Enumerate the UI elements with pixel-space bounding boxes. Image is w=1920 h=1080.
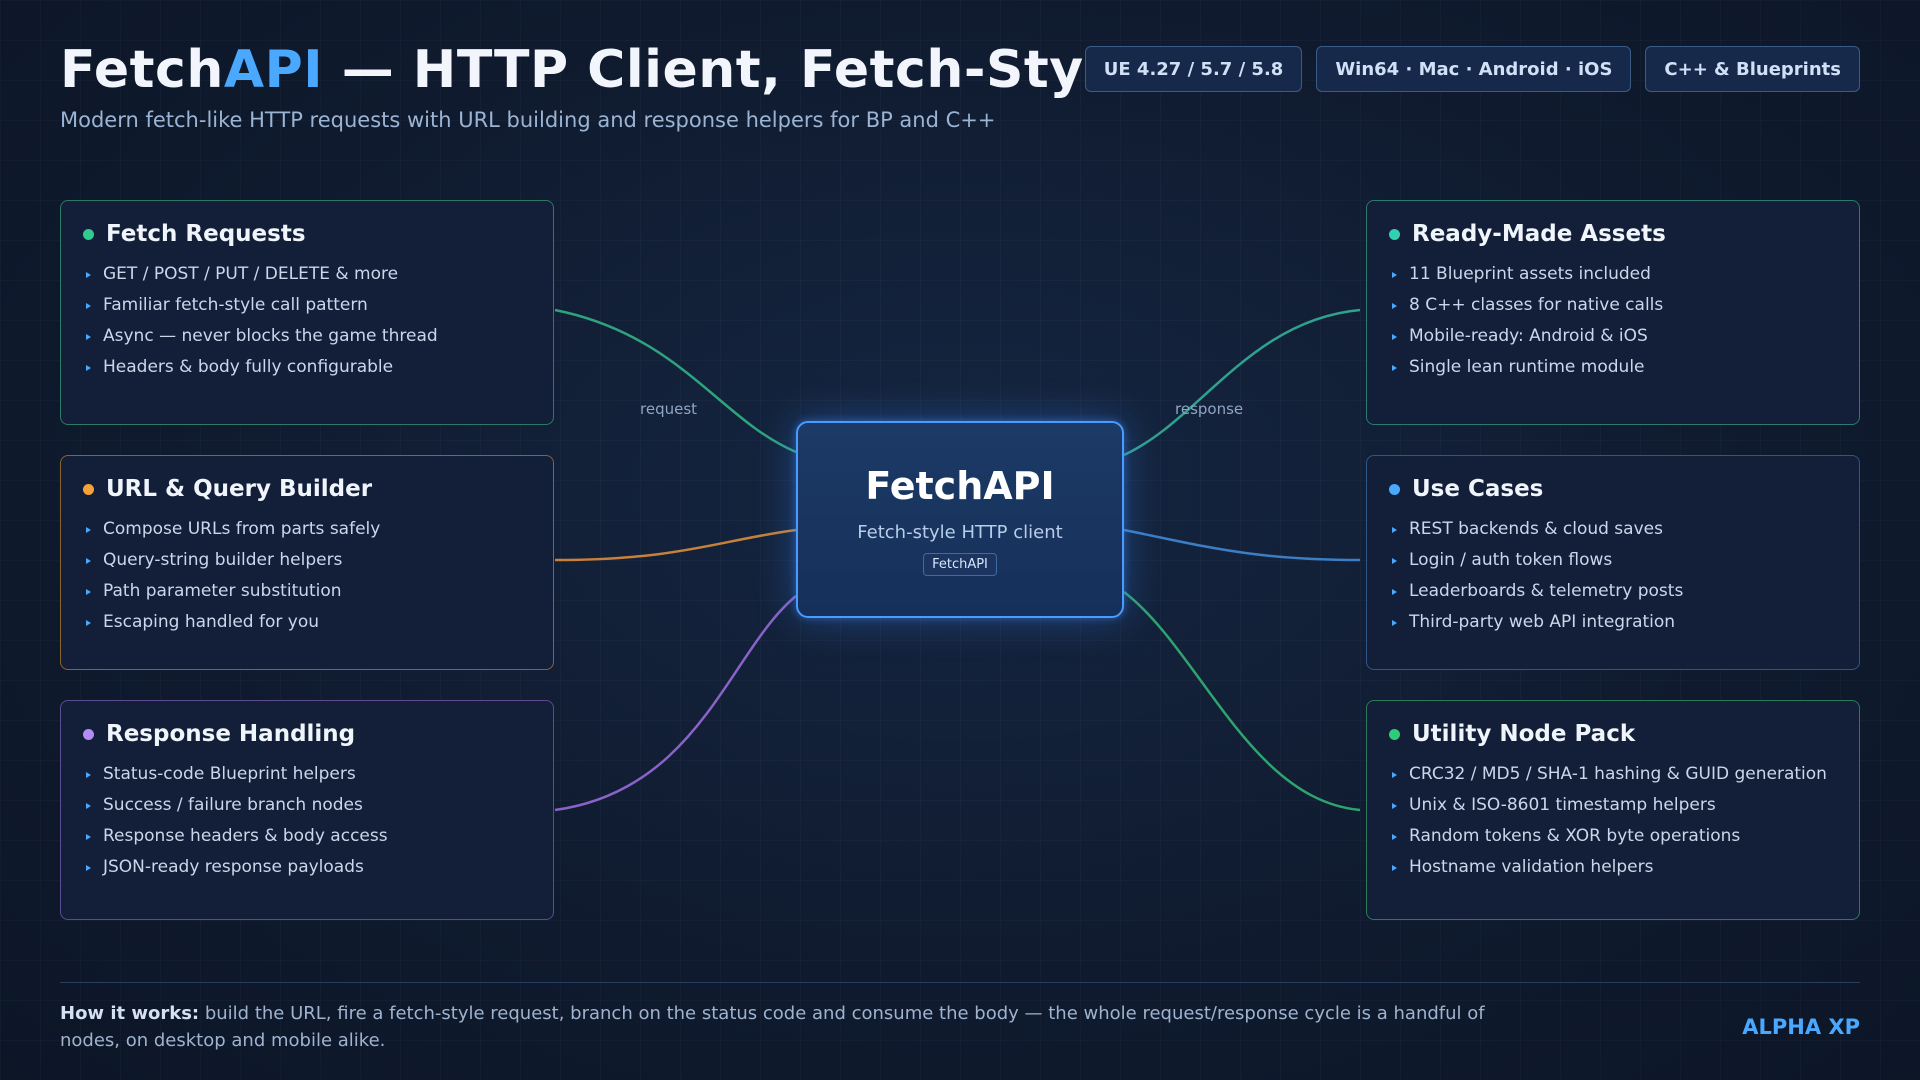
list-item: CRC32 / MD5 / SHA-1 hashing & GUID gener… — [1389, 759, 1837, 790]
bullet-arrow-icon — [1392, 802, 1397, 809]
footer-divider — [60, 982, 1860, 983]
hub-subtitle: Fetch-style HTTP client — [857, 521, 1063, 543]
footer-text: build the URL, fire a fetch-style reques… — [60, 1003, 1485, 1051]
bullet-arrow-icon — [1392, 619, 1397, 626]
bullet-arrow-icon — [1392, 771, 1397, 778]
bullet-arrow-icon — [86, 557, 91, 564]
connector-label-response: response — [1175, 400, 1244, 418]
hub-chip: FetchAPI — [923, 552, 997, 576]
bullet-arrow-icon — [1392, 864, 1397, 871]
connector-use-cases — [1123, 528, 1361, 562]
card-ready-made-assets: Ready-Made Assets 11 Blueprint assets in… — [1366, 200, 1860, 425]
list-item: Third-party web API integration — [1389, 607, 1837, 638]
footer-description: How it works: build the URL, fire a fetc… — [60, 1000, 1500, 1054]
feature-list: Status-code Blueprint helpers Success / … — [83, 759, 531, 883]
list-item: Success / failure branch nodes — [83, 790, 531, 821]
connector-url-builder — [554, 528, 797, 562]
list-item: Compose URLs from parts safely — [83, 514, 531, 545]
list-item: Login / auth token flows — [1389, 545, 1837, 576]
bullet-arrow-icon — [1392, 364, 1397, 371]
brand-logo: ALPHA XP — [1742, 1015, 1860, 1039]
list-item: REST backends & cloud saves — [1389, 514, 1837, 545]
list-item: 11 Blueprint assets included — [1389, 259, 1837, 290]
card-heading: Use Cases — [1412, 476, 1544, 502]
bullet-arrow-icon — [86, 333, 91, 340]
list-item: Status-code Blueprint helpers — [83, 759, 531, 790]
bullet-arrow-icon — [86, 302, 91, 309]
list-item: Headers & body fully configurable — [83, 352, 531, 383]
status-dot-icon — [1389, 228, 1400, 240]
status-dot-icon — [83, 483, 94, 495]
feature-list: 11 Blueprint assets included 8 C++ class… — [1389, 259, 1837, 383]
bullet-arrow-icon — [86, 771, 91, 778]
card-heading: Ready-Made Assets — [1412, 221, 1666, 247]
card-use-cases: Use Cases REST backends & cloud saves Lo… — [1366, 455, 1860, 670]
list-item: Mobile-ready: Android & iOS — [1389, 321, 1837, 352]
bullet-arrow-icon — [86, 271, 91, 278]
list-item: Escaping handled for you — [83, 607, 531, 638]
card-heading: Utility Node Pack — [1412, 721, 1636, 747]
connector-fetch-requests — [554, 308, 797, 454]
card-response-handling: Response Handling Status-code Blueprint … — [60, 700, 554, 920]
list-item: Leaderboards & telemetry posts — [1389, 576, 1837, 607]
list-item: Async — never blocks the game thread — [83, 321, 531, 352]
bullet-arrow-icon — [1392, 526, 1397, 533]
card-url-builder: URL & Query Builder Compose URLs from pa… — [60, 455, 554, 670]
card-utility-node-pack: Utility Node Pack CRC32 / MD5 / SHA-1 ha… — [1366, 700, 1860, 920]
feature-list: GET / POST / PUT / DELETE & more Familia… — [83, 259, 531, 383]
list-item: Path parameter substitution — [83, 576, 531, 607]
list-item: 8 C++ classes for native calls — [1389, 290, 1837, 321]
bullet-arrow-icon — [86, 833, 91, 840]
list-item: Familiar fetch-style call pattern — [83, 290, 531, 321]
bullet-arrow-icon — [86, 526, 91, 533]
list-item: Hostname validation helpers — [1389, 852, 1837, 883]
card-heading: Response Handling — [106, 721, 356, 747]
bullet-arrow-icon — [1392, 557, 1397, 564]
bullet-arrow-icon — [86, 864, 91, 871]
hub-title: FetchAPI — [865, 463, 1055, 508]
list-item: Query-string builder helpers — [83, 545, 531, 576]
list-item: JSON-ready response payloads — [83, 852, 531, 883]
bullet-arrow-icon — [1392, 588, 1397, 595]
list-item: Single lean runtime module — [1389, 352, 1837, 383]
bullet-arrow-icon — [1392, 302, 1397, 309]
list-item: GET / POST / PUT / DELETE & more — [83, 259, 531, 290]
card-heading: Fetch Requests — [106, 221, 306, 247]
bullet-arrow-icon — [1392, 271, 1397, 278]
bullet-arrow-icon — [86, 802, 91, 809]
list-item: Response headers & body access — [83, 821, 531, 852]
bullet-arrow-icon — [86, 588, 91, 595]
list-item: Unix & ISO-8601 timestamp helpers — [1389, 790, 1837, 821]
status-dot-icon — [83, 228, 94, 240]
card-heading: URL & Query Builder — [106, 476, 373, 502]
feature-list: Compose URLs from parts safely Query-str… — [83, 514, 531, 638]
bullet-arrow-icon — [86, 619, 91, 626]
connector-utility-pack — [1123, 591, 1361, 812]
card-fetch-requests: Fetch Requests GET / POST / PUT / DELETE… — [60, 200, 554, 425]
bullet-arrow-icon — [86, 364, 91, 371]
footer-lead: How it works: — [60, 1003, 200, 1024]
feature-list: CRC32 / MD5 / SHA-1 hashing & GUID gener… — [1389, 759, 1837, 883]
status-dot-icon — [1389, 728, 1400, 740]
bullet-arrow-icon — [1392, 833, 1397, 840]
bullet-arrow-icon — [1392, 333, 1397, 340]
list-item: Random tokens & XOR byte operations — [1389, 821, 1837, 852]
feature-list: REST backends & cloud saves Login / auth… — [1389, 514, 1837, 638]
connector-ready-made — [1123, 308, 1361, 457]
connector-response-handling — [554, 595, 797, 812]
connector-label-request: request — [640, 400, 698, 418]
hub-node: FetchAPI Fetch-style HTTP client FetchAP… — [796, 421, 1124, 618]
status-dot-icon — [83, 728, 94, 740]
status-dot-icon — [1389, 483, 1400, 495]
